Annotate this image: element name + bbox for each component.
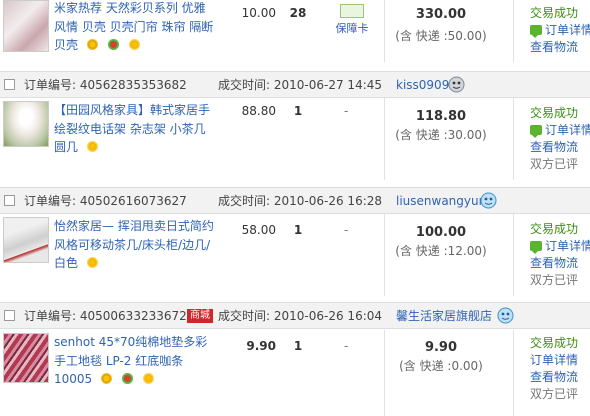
view-logistics-link[interactable]: 查看物流	[530, 369, 578, 386]
flower-icon	[127, 38, 141, 51]
product-title[interactable]: 米家热荐 天然彩贝系列 优雅风情 贝壳 贝壳门帘 珠帘 隔断 贝壳	[54, 0, 214, 55]
flower-icon	[85, 256, 99, 269]
flower-icon	[106, 38, 120, 51]
message-icon	[530, 125, 542, 138]
view-logistics-link[interactable]: 查看物流	[530, 255, 590, 272]
review-status: 双方已评	[530, 273, 579, 287]
product-thumbnail[interactable]	[3, 333, 49, 383]
flower-icon	[100, 372, 114, 385]
order-status: 交易成功 订单详情 查看物流 双方已评	[530, 335, 578, 403]
divider	[513, 0, 514, 62]
deal-time: 成交时间: 2010-06-26 16:04	[218, 309, 383, 323]
divider	[513, 330, 514, 416]
checkbox-icon[interactable]	[4, 79, 15, 90]
product-thumbnail[interactable]	[3, 217, 49, 263]
unit-price: 88.80	[241, 104, 276, 118]
view-logistics-link[interactable]: 查看物流	[530, 39, 590, 56]
unit-price: 58.00	[241, 223, 276, 237]
deal-time: 成交时间: 2010-06-26 16:28	[218, 194, 383, 208]
order-total: 100.00	[415, 225, 467, 240]
protection-card[interactable]: 保障卡	[334, 4, 370, 36]
order-item-row: senhot 45*70纯棉地垫多彩手工地毯 LP-2 红底咖条 10005 9…	[0, 330, 590, 416]
review-status: 双方已评	[530, 387, 579, 401]
order-total: 330.00	[415, 7, 467, 22]
product-title[interactable]: 【田园风格家具】韩式家居手绘裂纹电话架 杂志架 小茶几 圆几	[54, 101, 214, 157]
unit-price: 9.90	[246, 339, 276, 353]
order-header: 订单编号: 40500633233672 商城 成交时间: 2010-06-26…	[0, 302, 590, 329]
order-number: 订单编号: 40502616073627	[24, 194, 187, 208]
product-thumbnail[interactable]	[3, 0, 49, 52]
quantity: 1	[293, 104, 303, 118]
shipping-fee: (含 快递 :30.00)	[395, 128, 487, 142]
status-text: 交易成功	[530, 106, 579, 120]
order-total: 9.90	[424, 340, 458, 355]
review-status: 双方已评	[530, 157, 579, 171]
tmall-badge: 商城	[187, 309, 213, 323]
product-thumbnail[interactable]	[3, 101, 49, 147]
order-detail-link[interactable]: 订单详情	[530, 238, 590, 255]
status-text: 交易成功	[530, 336, 579, 350]
service-placeholder: -	[344, 339, 349, 353]
status-text: 交易成功	[530, 222, 579, 236]
unit-price: 10.00	[241, 6, 276, 20]
order-item-row: 怡然家居— 挥泪甩卖日式简约风格可移动茶几/床头柜/边几/白色 58.00 1 …	[0, 214, 590, 296]
shipping-fee: (含 快递 :0.00)	[399, 359, 483, 373]
order-status: 交易成功 订单详情 查看物流 双方已评	[530, 105, 590, 173]
seller-name[interactable]: kiss0909	[396, 77, 449, 93]
order-detail-link[interactable]: 订单详情	[530, 22, 590, 39]
wangwang-icon[interactable]	[480, 192, 497, 209]
message-icon	[530, 241, 542, 254]
order-status: 交易成功 订单详情 查看物流 双方已评	[530, 221, 590, 289]
seller-name[interactable]: 馨生活家居旗舰店	[396, 308, 492, 324]
divider	[513, 98, 514, 180]
quantity: 28	[289, 6, 307, 20]
protection-card-icon	[340, 4, 364, 18]
seller-name[interactable]: liusenwangyun	[396, 193, 486, 209]
shipping-fee: (含 快递 :50.00)	[395, 29, 487, 43]
divider	[513, 214, 514, 296]
shipping-fee: (含 快递 :12.00)	[395, 244, 487, 258]
order-detail-link[interactable]: 订单详情	[530, 352, 578, 369]
order-detail-link[interactable]: 订单详情	[530, 122, 590, 139]
flower-icon	[120, 372, 134, 385]
view-logistics-link[interactable]: 查看物流	[530, 139, 590, 156]
deal-time: 成交时间: 2010-06-27 14:45	[218, 78, 383, 92]
order-item-row: 【田园风格家具】韩式家居手绘裂纹电话架 杂志架 小茶几 圆几 88.80 1 -…	[0, 98, 590, 180]
flower-icon	[85, 140, 99, 153]
status-text: 交易成功	[530, 6, 579, 20]
wangwang-icon[interactable]	[497, 307, 514, 324]
quantity: 1	[293, 223, 303, 237]
service-placeholder: -	[344, 223, 349, 237]
order-status: 交易成功 订单详情 查看物流	[530, 5, 590, 56]
quantity: 1	[293, 339, 303, 353]
message-icon	[530, 25, 542, 38]
flower-icon	[141, 372, 155, 385]
order-item-row: 米家热荐 天然彩贝系列 优雅风情 贝壳 贝壳门帘 珠帘 隔断 贝壳 10.00 …	[0, 0, 590, 62]
checkbox-icon[interactable]	[4, 310, 15, 321]
order-number: 订单编号: 40500633233672	[24, 309, 187, 323]
product-title[interactable]: 怡然家居— 挥泪甩卖日式简约风格可移动茶几/床头柜/边几/白色	[54, 217, 214, 273]
order-header: 订单编号: 40562835353682 成交时间: 2010-06-27 14…	[0, 71, 590, 98]
order-number: 订单编号: 40562835353682	[24, 78, 187, 92]
order-header: 订单编号: 40502616073627 成交时间: 2010-06-26 16…	[0, 187, 590, 214]
wangwang-icon[interactable]	[448, 76, 465, 93]
service-placeholder: -	[344, 104, 349, 118]
checkbox-icon[interactable]	[4, 195, 15, 206]
flower-icon	[85, 38, 99, 51]
order-total: 118.80	[415, 109, 467, 124]
product-title[interactable]: senhot 45*70纯棉地垫多彩手工地毯 LP-2 红底咖条 10005	[54, 333, 214, 389]
